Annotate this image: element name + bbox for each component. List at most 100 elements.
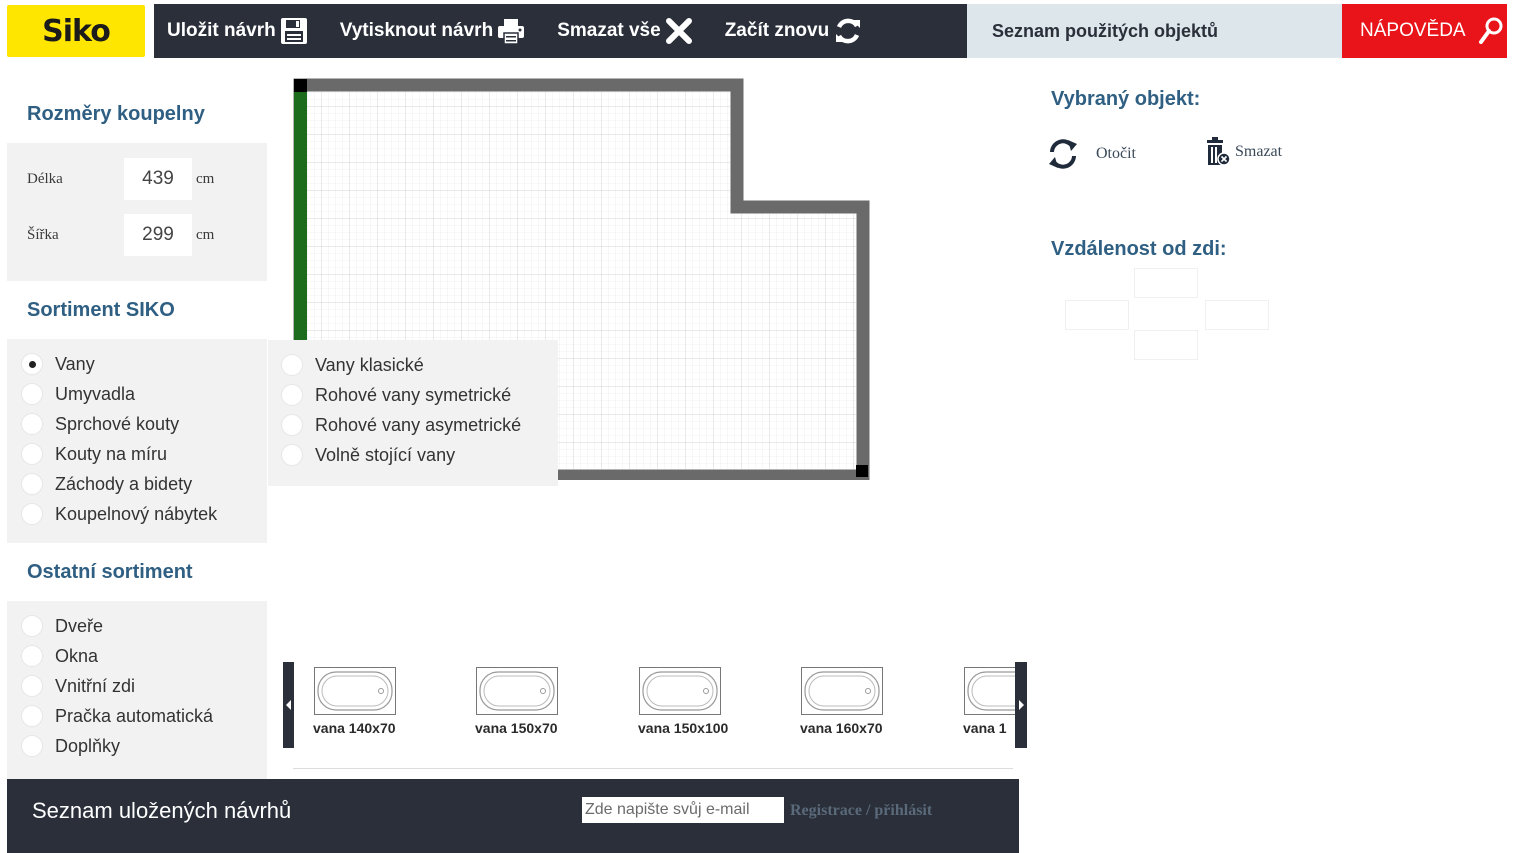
help-button[interactable]: NÁPOVĚDA [1342,4,1507,58]
delete-button[interactable]: Smazat [1205,137,1282,167]
selected-wall[interactable] [294,92,307,341]
radio[interactable] [21,615,43,637]
close-icon [665,18,692,44]
wall-corner-handle[interactable] [294,79,307,92]
saved-designs-footer: Seznam uložených návrhů Registrace / při… [7,779,1019,853]
product-label: vana 150x70 [475,720,558,736]
bathtub-icon [317,671,393,711]
clear-all-button[interactable]: Smazat vše [557,16,694,46]
print-design-button[interactable]: Vytisknout návrh [340,16,526,46]
subtype-corner-asymmetric[interactable]: Rohové vany asymetrické [281,414,521,436]
other-label: Dveře [55,615,104,636]
carousel-next-button[interactable] [1015,662,1027,748]
category-label: Vany [55,353,95,374]
width-input[interactable] [124,214,192,256]
category-label: Záchody a bidety [55,473,193,494]
product-card[interactable]: vana 150x100 [638,667,788,736]
save-design-button[interactable]: Uložit návrh [167,16,309,46]
subtype-classic-bathtubs[interactable]: Vany klasické [281,354,424,376]
wall-distance-heading: Vzdálenost od zdi: [1051,238,1227,260]
other-label: Okna [55,645,99,666]
main-toolbar: Uložit návrh Vytisknout návrh Smazat vše… [154,4,967,58]
category-shower-enclosures[interactable]: Sprchové kouty [21,413,179,435]
subtype-label: Rohové vany symetrické [315,384,512,405]
print-design-label: Vytisknout návrh [339,20,494,41]
bathtub-thumbnail[interactable] [801,667,883,715]
save-design-label: Uložit návrh [167,20,276,41]
used-objects-button[interactable]: Seznam použitých objektů [967,4,1342,58]
logo-text: Siko [42,13,111,49]
printer-icon [498,19,525,45]
distance-top-input[interactable] [1134,268,1198,298]
radio-checked[interactable] [21,353,43,375]
wall-corner-handle[interactable] [856,465,868,477]
length-input[interactable] [124,158,192,200]
radio[interactable] [21,503,43,525]
dimensions-heading: Rozměry koupelny [7,85,267,143]
bathtub-icon [967,671,1015,711]
help-label: NÁPOVĚDA [1360,20,1466,41]
product-card[interactable]: vana 140x70 [313,667,463,736]
radio[interactable] [21,383,43,405]
radio[interactable] [21,645,43,667]
category-toilets-bidets[interactable]: Záchody a bidety [21,473,192,495]
category-bathtubs[interactable]: Vany [21,353,95,375]
product-card[interactable]: vana 160x70 [800,667,950,736]
category-custom-enclosures[interactable]: Kouty na míru [21,443,167,465]
radio[interactable] [21,675,43,697]
delete-label: Smazat [1235,143,1283,160]
other-accessories[interactable]: Doplňky [21,735,120,757]
subtype-corner-symmetric[interactable]: Rohové vany symetrické [281,384,511,406]
assortment-heading: Sortiment SIKO [7,281,267,339]
category-label: Kouty na míru [55,443,168,464]
other-windows[interactable]: Okna [21,645,98,667]
other-label: Vnitřní zdi [55,675,136,696]
category-bathroom-furniture[interactable]: Koupelnový nábytek [21,503,217,525]
restart-button[interactable]: Začít znovu [725,16,865,46]
bathtub-thumbnail[interactable] [476,667,558,715]
radio[interactable] [281,444,303,466]
radio[interactable] [21,735,43,757]
category-label: Umyvadla [55,383,136,404]
used-objects-label: Seznam použitých objektů [992,20,1219,41]
other-label: Pračka automatická [55,705,214,726]
distance-left-input[interactable] [1065,300,1129,330]
subtype-label: Vany klasické [315,354,424,375]
register-login-link[interactable]: Registrace / přihlásit [790,802,932,820]
selected-object-heading: Vybraný objekt: [1051,88,1201,110]
chevron-left-icon [286,700,291,710]
email-input[interactable] [582,797,784,823]
length-row: Délka cm [27,158,214,200]
subtype-freestanding[interactable]: Volně stojící vany [281,444,455,466]
distance-right-input[interactable] [1205,300,1269,330]
other-washing-machine[interactable]: Pračka automatická [21,705,213,727]
bathtub-thumbnail[interactable] [639,667,721,715]
refresh-icon [836,18,861,44]
carousel-divider [293,768,1013,769]
radio[interactable] [281,414,303,436]
category-label: Sprchové kouty [55,413,180,434]
chevron-right-icon [1019,700,1024,710]
bathtub-thumbnail[interactable] [964,667,1015,715]
product-label: vana 160x70 [800,720,883,736]
category-washbasins[interactable]: Umyvadla [21,383,135,405]
other-assortment-heading: Ostatní sortiment [7,543,267,601]
other-doors[interactable]: Dveře [21,615,103,637]
other-inner-walls[interactable]: Vnitřní zdi [21,675,135,697]
product-card[interactable]: vana 1 [963,667,1015,736]
radio[interactable] [21,443,43,465]
siko-logo[interactable]: Siko [7,5,145,57]
radio[interactable] [21,473,43,495]
distance-bottom-input[interactable] [1134,330,1198,360]
product-card[interactable]: vana 150x70 [475,667,625,736]
radio[interactable] [21,705,43,727]
bathtub-submenu: Vany klasické Rohové vany symetrické Roh… [268,340,558,486]
radio[interactable] [21,413,43,435]
width-label: Šířka [27,226,59,243]
carousel-prev-button[interactable] [283,662,294,748]
subtype-label: Volně stojící vany [315,444,456,465]
rotate-button[interactable]: Otočit [1044,136,1136,172]
bathtub-thumbnail[interactable] [314,667,396,715]
radio[interactable] [281,384,303,406]
radio[interactable] [281,354,303,376]
